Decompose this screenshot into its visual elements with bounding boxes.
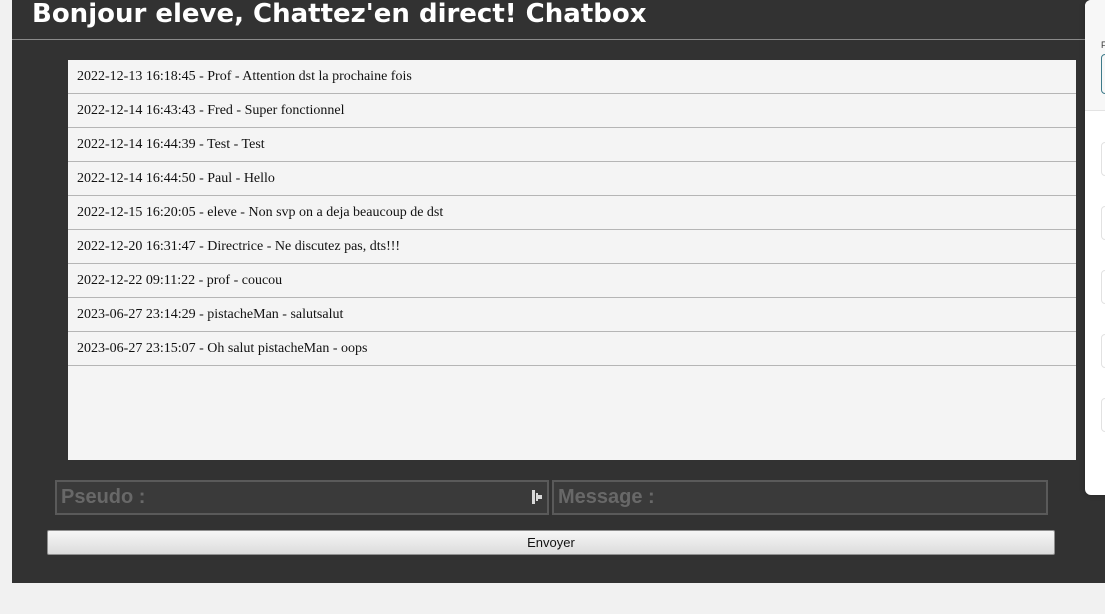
chat-panel: Bonjour eleve, Chattez'en direct! Chatbo… — [12, 0, 1105, 583]
pseudo-input[interactable] — [55, 480, 549, 515]
side-popup-item[interactable] — [1101, 206, 1105, 240]
side-popup-item[interactable] — [1101, 334, 1105, 368]
side-popup-field[interactable] — [1101, 54, 1105, 94]
side-popup-item[interactable] — [1101, 270, 1105, 304]
message-row: 2022-12-14 16:44:50 - Paul - Hello — [68, 162, 1076, 196]
side-popup-item[interactable] — [1101, 142, 1105, 176]
page-header: Bonjour eleve, Chattez'en direct! Chatbo… — [12, 0, 1105, 40]
side-popup-item[interactable] — [1101, 398, 1105, 432]
send-button[interactable]: Envoyer — [47, 530, 1055, 555]
message-list: 2022-12-13 16:18:45 - Prof - Attention d… — [68, 60, 1076, 460]
message-row: 2022-12-13 16:18:45 - Prof - Attention d… — [68, 60, 1076, 94]
side-popup-label: F — [1101, 40, 1105, 50]
side-popup-header: F — [1085, 0, 1105, 111]
side-popup: F — [1085, 0, 1105, 495]
autofill-key-icon[interactable] — [532, 489, 544, 505]
message-row: 2023-06-27 23:14:29 - pistacheMan - salu… — [68, 298, 1076, 332]
message-row: 2022-12-22 09:11:22 - prof - coucou — [68, 264, 1076, 298]
message-row: 2022-12-15 16:20:05 - eleve - Non svp on… — [68, 196, 1076, 230]
message-row: 2022-12-14 16:44:39 - Test - Test — [68, 128, 1076, 162]
message-row: 2022-12-14 16:43:43 - Fred - Super fonct… — [68, 94, 1076, 128]
message-row: 2022-12-20 16:31:47 - Directrice - Ne di… — [68, 230, 1076, 264]
page-title: Bonjour eleve, Chattez'en direct! Chatbo… — [32, 0, 647, 29]
message-row: 2023-06-27 23:15:07 - Oh salut pistacheM… — [68, 332, 1076, 366]
message-input[interactable] — [552, 480, 1048, 515]
